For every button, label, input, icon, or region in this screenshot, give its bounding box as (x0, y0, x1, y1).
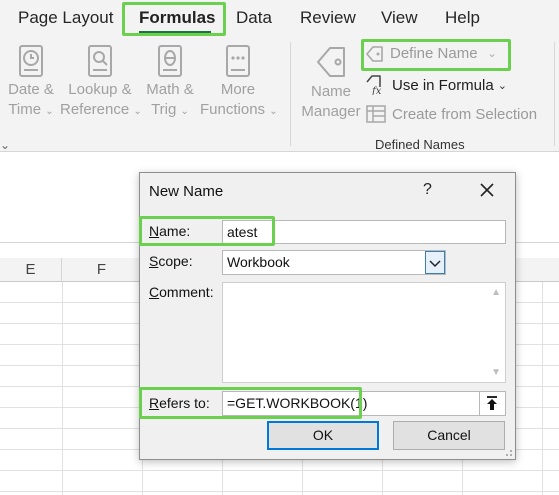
lookup-line2: Reference (60, 101, 130, 118)
cancel-button[interactable]: Cancel (393, 421, 505, 450)
help-button[interactable]: ? (423, 181, 432, 199)
active-tab-indicator (139, 31, 211, 34)
new-name-dialog: New Name ? Name: atest Scope: Workbook C… (139, 172, 516, 460)
scope-label: Scope: (149, 253, 193, 269)
resize-grip-icon[interactable] (503, 447, 513, 457)
date-time-line1: Date & (8, 81, 54, 98)
lookup-reference-button[interactable]: Lookup & Reference ⌄ (60, 38, 142, 122)
create-from-selection-label: Create from Selection (392, 105, 538, 123)
name-manager-line1: Name (310, 83, 351, 100)
scroll-up-icon[interactable]: ▲ (491, 287, 501, 298)
tab-view[interactable]: View (381, 8, 418, 28)
group-label-defined-names: Defined Names (375, 137, 465, 152)
scope-select-value: Workbook (227, 254, 290, 270)
refers-to-label: Refers to: (149, 395, 210, 411)
collapse-chevron-icon: ⌄ (0, 138, 11, 152)
svg-text:fx: fx (371, 86, 382, 95)
more-functions-button[interactable]: More Functions ⌄ (200, 38, 278, 122)
upload-arrow-icon (487, 396, 497, 410)
create-from-selection-button[interactable]: Create from Selection (366, 105, 537, 123)
chevron-down-icon (429, 260, 441, 268)
close-icon[interactable] (478, 181, 496, 199)
chevron-down-icon: ⌄ (269, 106, 278, 117)
ribbon-tab-bar: Page Layout Formulas Data Review View He… (0, 0, 559, 38)
name-field-value: atest (227, 224, 258, 240)
use-in-formula-label: Use in Formula (392, 76, 494, 94)
lookup-line1: Lookup & (68, 81, 132, 98)
dialog-title: New Name (149, 183, 224, 200)
theta-book-icon (158, 45, 182, 77)
tab-help[interactable]: Help (445, 8, 480, 28)
grid-selection-icon (366, 105, 386, 123)
column-header-e[interactable]: E (0, 258, 62, 282)
chevron-down-icon: ⌄ (497, 79, 507, 92)
tag-small-icon (366, 45, 383, 62)
define-name-label: Define Name (390, 45, 478, 62)
chevron-down-icon: ⌄ (180, 106, 189, 117)
scope-dropdown-button[interactable] (425, 251, 445, 274)
math-trig-button[interactable]: Math & Trig ⌄ (142, 38, 198, 122)
comment-textarea[interactable]: ▲ ▼ (222, 282, 506, 383)
tab-review[interactable]: Review (300, 8, 356, 28)
refers-to-field[interactable]: =GET.WORKBOOK(1) (222, 391, 506, 416)
name-label: Name: (149, 223, 191, 239)
ribbon-group-separator (554, 42, 555, 146)
fx-tag-icon: fx (366, 75, 382, 95)
chevron-down-icon: ⌄ (45, 106, 54, 117)
date-time-button[interactable]: Date & Time ⌄ (4, 38, 58, 122)
more-functions-line2: Functions (200, 101, 266, 118)
date-time-line2: Time (8, 101, 42, 118)
chevron-down-icon: ⌄ (133, 106, 142, 117)
comment-label: Comment: (149, 284, 214, 300)
refers-to-value: =GET.WORKBOOK(1) (227, 395, 368, 411)
name-manager-button[interactable]: Name Manager (298, 38, 364, 122)
tag-icon (317, 47, 345, 77)
math-line2: Trig (151, 101, 177, 118)
define-name-button[interactable]: Define Name ⌄ (366, 45, 497, 62)
ribbon-group-separator (290, 42, 291, 146)
chevron-down-icon: ⌄ (487, 48, 497, 60)
more-dots-book-icon (226, 45, 250, 77)
calendar-clock-icon (19, 45, 43, 77)
scope-select[interactable]: Workbook (222, 250, 446, 275)
tab-page-layout[interactable]: Page Layout (18, 8, 113, 28)
more-functions-line1: More (220, 81, 256, 98)
ribbon: Date & Time ⌄ Lookup & Reference ⌄ Math … (0, 38, 559, 152)
tab-data[interactable]: Data (236, 8, 272, 28)
collapse-dialog-button[interactable] (479, 392, 505, 415)
column-header-f[interactable]: F (62, 258, 142, 282)
tab-formulas[interactable]: Formulas (139, 8, 216, 28)
magnifier-book-icon (88, 45, 112, 77)
use-in-formula-button[interactable]: fx Use in Formula ⌄ (366, 75, 507, 95)
scroll-down-icon[interactable]: ▼ (491, 367, 501, 378)
ok-button[interactable]: OK (267, 421, 379, 450)
math-line1: Math & (146, 81, 194, 98)
name-manager-line2: Manager (301, 103, 361, 120)
name-field[interactable]: atest (222, 220, 506, 244)
